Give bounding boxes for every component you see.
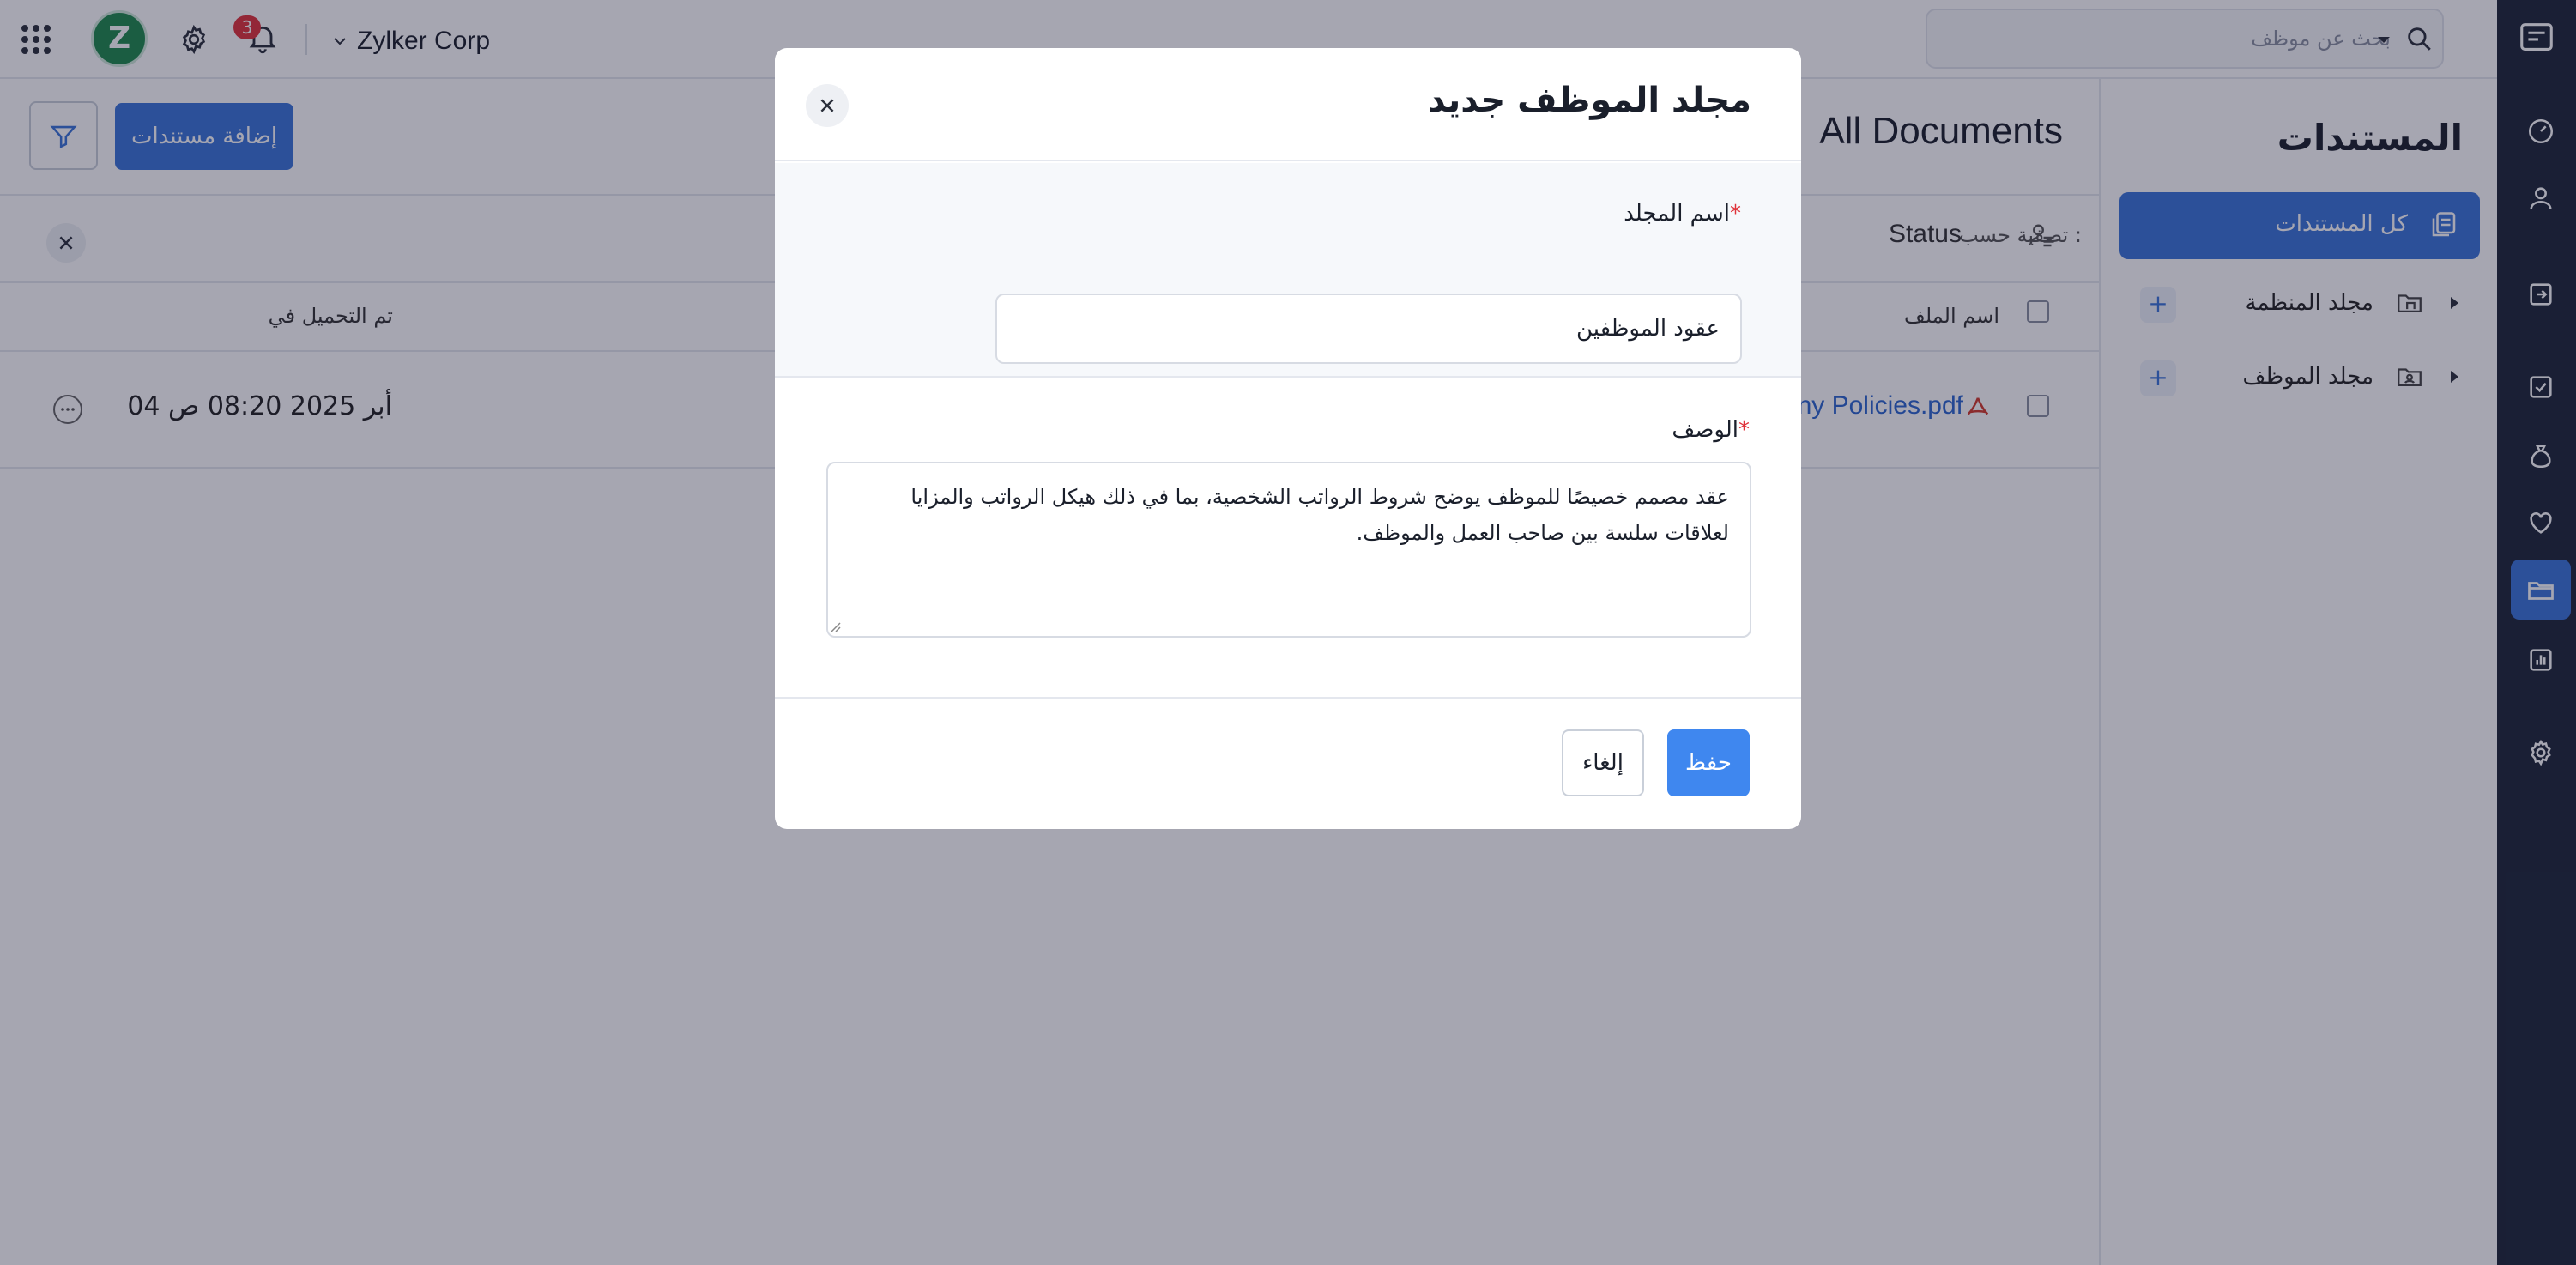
close-icon: [818, 96, 837, 115]
resize-handle-icon[interactable]: [830, 621, 842, 633]
required-mark: *: [1730, 201, 1741, 227]
dialog-title: مجلد الموظف جديد: [1428, 81, 1751, 120]
dialog-footer-divider: [775, 697, 1801, 699]
new-employee-folder-dialog: مجلد الموظف جديد اسم المجلد* الوصف* عقد …: [775, 48, 1801, 829]
folder-name-label: اسم المجلد*: [1624, 201, 1741, 227]
dialog-header: مجلد الموظف جديد: [775, 48, 1801, 161]
dialog-close-button[interactable]: [806, 84, 849, 127]
save-button[interactable]: حفظ: [1667, 729, 1750, 796]
description-textarea[interactable]: عقد مصمم خصيصًا للموظف يوضح شروط الرواتب…: [826, 462, 1751, 638]
description-label: الوصف*: [1672, 417, 1750, 443]
cancel-button[interactable]: إلغاء: [1562, 729, 1644, 796]
folder-name-input[interactable]: [995, 294, 1742, 364]
required-mark: *: [1738, 417, 1750, 443]
